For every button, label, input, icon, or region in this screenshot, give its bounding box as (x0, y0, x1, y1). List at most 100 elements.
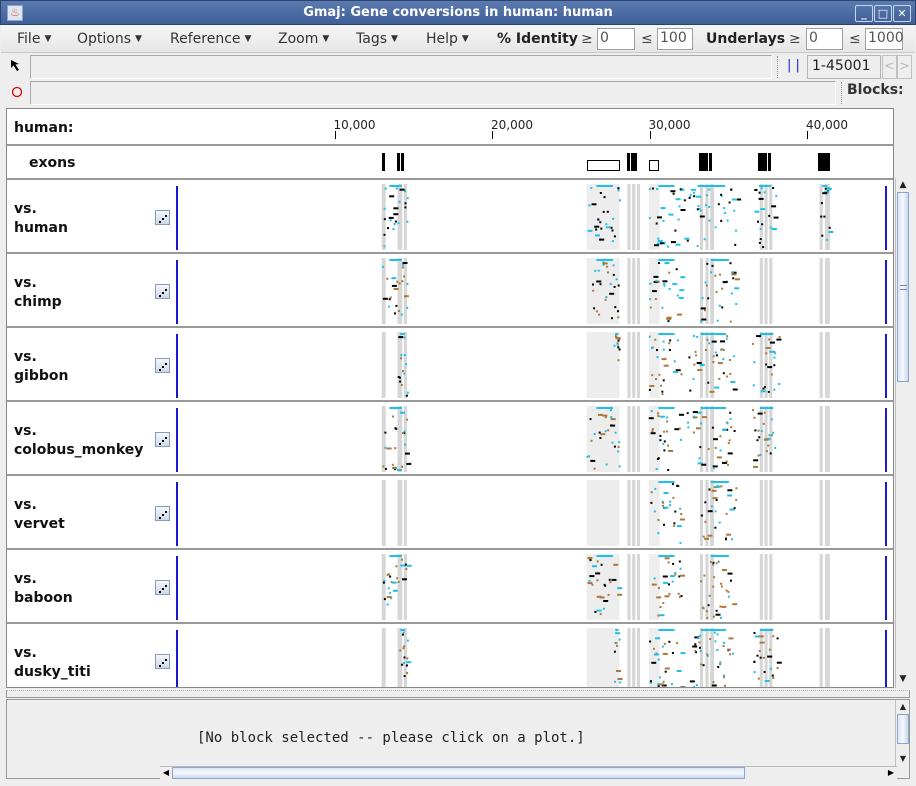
scroll-down-button[interactable]: ▼ (896, 672, 910, 686)
scroll-down-button[interactable]: ▼ (896, 752, 910, 766)
alignment-dot (725, 589, 728, 592)
alignment-dot (388, 298, 391, 301)
alignment-dot (591, 203, 597, 206)
alignment-dot (592, 283, 594, 286)
menu-help[interactable]: Help ▼ (426, 31, 469, 47)
scroll-thumb[interactable] (897, 714, 909, 744)
next-range-button[interactable]: > (897, 55, 912, 79)
exon-mark (708, 153, 712, 171)
toolbar-grip[interactable] (841, 82, 845, 104)
dotplot-button[interactable] (155, 506, 170, 521)
alignment-dot (697, 369, 703, 371)
alignment-dot (717, 203, 720, 206)
underlay-region (699, 258, 704, 324)
comparison-row-chimp[interactable]: vs. chimp (7, 254, 893, 328)
menu-options[interactable]: Options ▼ (77, 31, 142, 47)
alignment-dot (667, 320, 670, 323)
alignment-dot (774, 352, 777, 355)
alignment-dot (723, 207, 726, 210)
text-vertical-scrollbar[interactable]: ▲ ▼ (895, 700, 909, 766)
scroll-right-button[interactable]: ▶ (885, 767, 897, 779)
alignment-segment (596, 259, 613, 261)
alignment-dot (658, 373, 661, 376)
alignment-dot (401, 663, 404, 666)
menu-file[interactable]: File ▼ (17, 31, 51, 47)
alignment-dot (617, 339, 620, 342)
vertical-scrollbar[interactable]: ▲ ▼ (895, 178, 909, 688)
minimize-button[interactable]: _ (855, 5, 873, 22)
alignment-dot (722, 348, 725, 351)
dotplot-button[interactable] (155, 580, 170, 595)
toolbar-grip[interactable] (777, 56, 781, 78)
comparison-row-colobus-monkey[interactable]: vs. colobus_monkey (7, 402, 893, 476)
pip-plot[interactable] (177, 406, 893, 472)
comparison-row-gibbon[interactable]: vs. gibbon (7, 328, 893, 402)
alignment-dot (648, 388, 651, 391)
comparison-row-vervet[interactable]: vs. vervet (7, 476, 893, 550)
underlay-region (764, 480, 768, 546)
alignment-dot (764, 680, 770, 682)
underlay-region (699, 406, 704, 472)
close-button[interactable]: ✕ (893, 5, 911, 22)
alignment-segment (759, 333, 774, 335)
scroll-thumb[interactable] (897, 192, 909, 382)
text-horizontal-scrollbar[interactable]: ◀ ▶ (160, 766, 897, 779)
scroll-left-button[interactable]: ◀ (160, 767, 172, 779)
comparison-row-dusky-titi[interactable]: vs. dusky_titi (7, 624, 893, 688)
menu-tags[interactable]: Tags ▼ (356, 31, 398, 47)
alignment-dot (698, 457, 701, 460)
maximize-button[interactable]: □ (874, 5, 892, 22)
alignment-dot (676, 670, 682, 672)
underlays-min-input[interactable]: 0 (806, 28, 843, 50)
alignment-dot (732, 355, 735, 358)
ruler-tick: 10,000 (334, 118, 376, 139)
alignment-dot (662, 575, 668, 578)
comparison-label: vs. human (14, 200, 68, 238)
underlay-region (710, 628, 715, 687)
underlay-region (648, 628, 660, 687)
pip-plot[interactable] (177, 554, 893, 620)
dotplot-button[interactable] (155, 432, 170, 447)
alignment-dot (669, 575, 675, 578)
alignment-dot (681, 188, 684, 191)
prev-range-button[interactable]: < (882, 55, 897, 79)
alignment-dot (692, 411, 698, 414)
alignment-dot (671, 652, 674, 654)
alignment-dot (663, 449, 666, 452)
alignment-dot (752, 342, 754, 345)
comparison-row-human[interactable]: vs. human (7, 180, 893, 254)
range-field: 1-45001 (807, 55, 881, 79)
pip-plot[interactable] (177, 480, 893, 546)
alignment-dot (403, 430, 406, 433)
alignment-dot (403, 372, 406, 375)
alignment-dot (613, 650, 616, 653)
menu-reference[interactable]: Reference ▼ (170, 31, 251, 47)
identity-max-input[interactable]: 100 (657, 28, 693, 50)
alignment-dot (661, 390, 664, 393)
dotplot-button[interactable] (155, 654, 170, 669)
arrow-pointer-icon[interactable] (10, 59, 24, 73)
scroll-up-button[interactable]: ▲ (896, 700, 910, 714)
pip-plot[interactable] (177, 258, 893, 324)
scroll-up-button[interactable]: ▲ (896, 178, 910, 192)
comparison-row-baboon[interactable]: vs. baboon (7, 550, 893, 624)
pip-plot[interactable] (177, 628, 893, 688)
scroll-thumb[interactable] (172, 767, 745, 779)
dotplot-button[interactable] (155, 210, 170, 225)
alignment-dot (595, 234, 600, 237)
pip-plot[interactable] (177, 184, 893, 250)
alignment-dot (760, 187, 763, 190)
split-pane-divider[interactable] (6, 690, 910, 698)
underlays-max-input[interactable]: 1000 (865, 28, 904, 50)
alignment-dot (406, 220, 409, 223)
red-circle-icon[interactable] (10, 85, 24, 99)
pip-plot[interactable] (177, 332, 893, 398)
menu-zoom[interactable]: Zoom ▼ (278, 31, 329, 47)
identity-min-input[interactable]: 0 (597, 28, 635, 50)
alignment-dot (593, 433, 596, 435)
alignment-dot (718, 377, 721, 380)
underlay-region (627, 480, 631, 546)
dotplot-button[interactable] (155, 358, 170, 373)
dotplot-button[interactable] (155, 284, 170, 299)
alignment-dot (768, 214, 771, 217)
